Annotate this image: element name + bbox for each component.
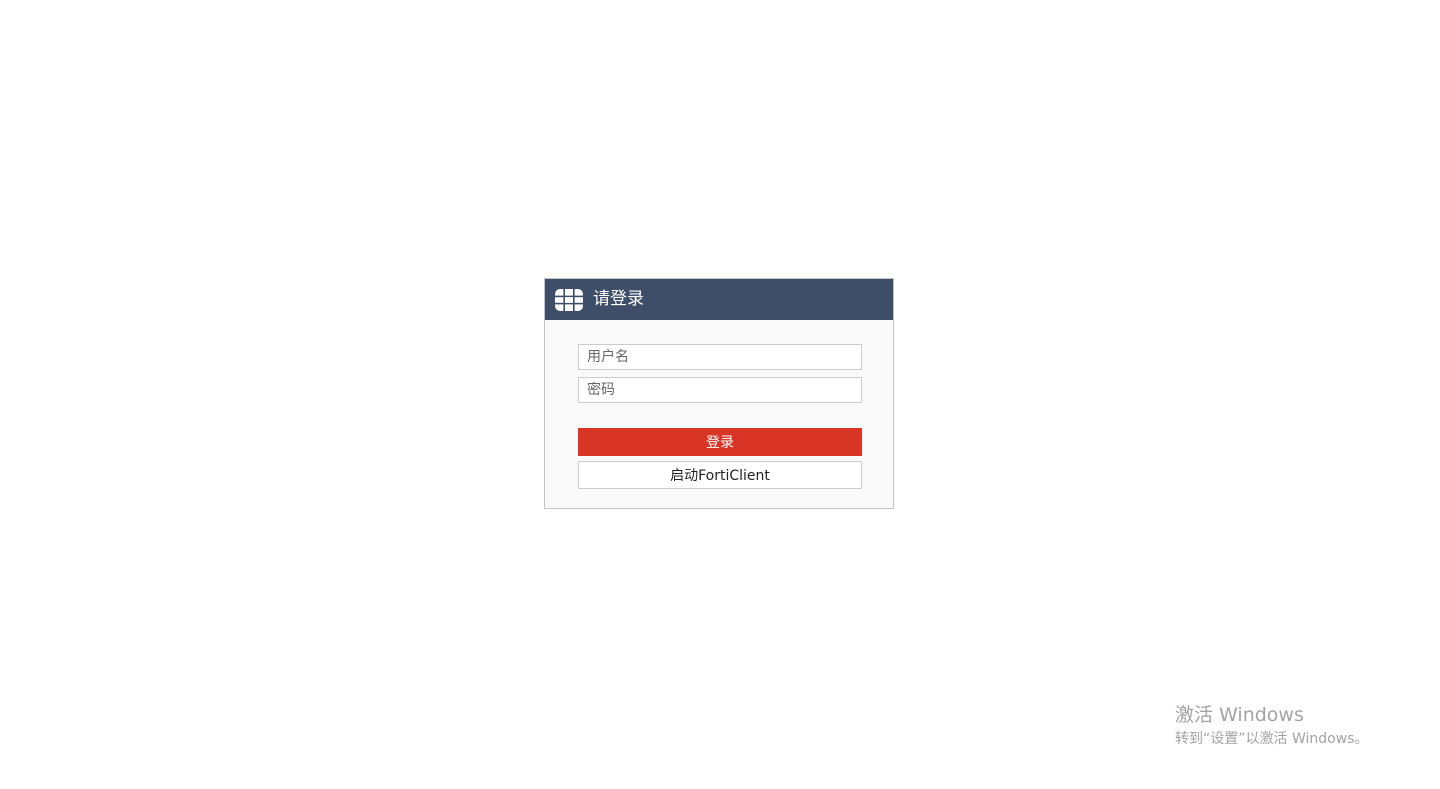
- login-form: 登录 启动FortiClient: [545, 320, 893, 489]
- activation-title: 激活 Windows: [1175, 704, 1304, 726]
- fortinet-logo-icon: [555, 288, 583, 311]
- password-field[interactable]: [578, 377, 862, 403]
- windows-activation-watermark: 激活 Windows 转到“设置”以激活 Windows。: [1175, 703, 1368, 748]
- activation-subtitle: 转到“设置”以激活 Windows。: [1175, 731, 1369, 747]
- login-button[interactable]: 登录: [578, 428, 862, 456]
- login-header: 请登录: [545, 279, 893, 320]
- username-field[interactable]: [578, 344, 862, 370]
- login-title: 请登录: [593, 289, 644, 309]
- launch-forticlient-button[interactable]: 启动FortiClient: [578, 461, 862, 489]
- login-panel: 请登录 登录 启动FortiClient: [544, 278, 894, 509]
